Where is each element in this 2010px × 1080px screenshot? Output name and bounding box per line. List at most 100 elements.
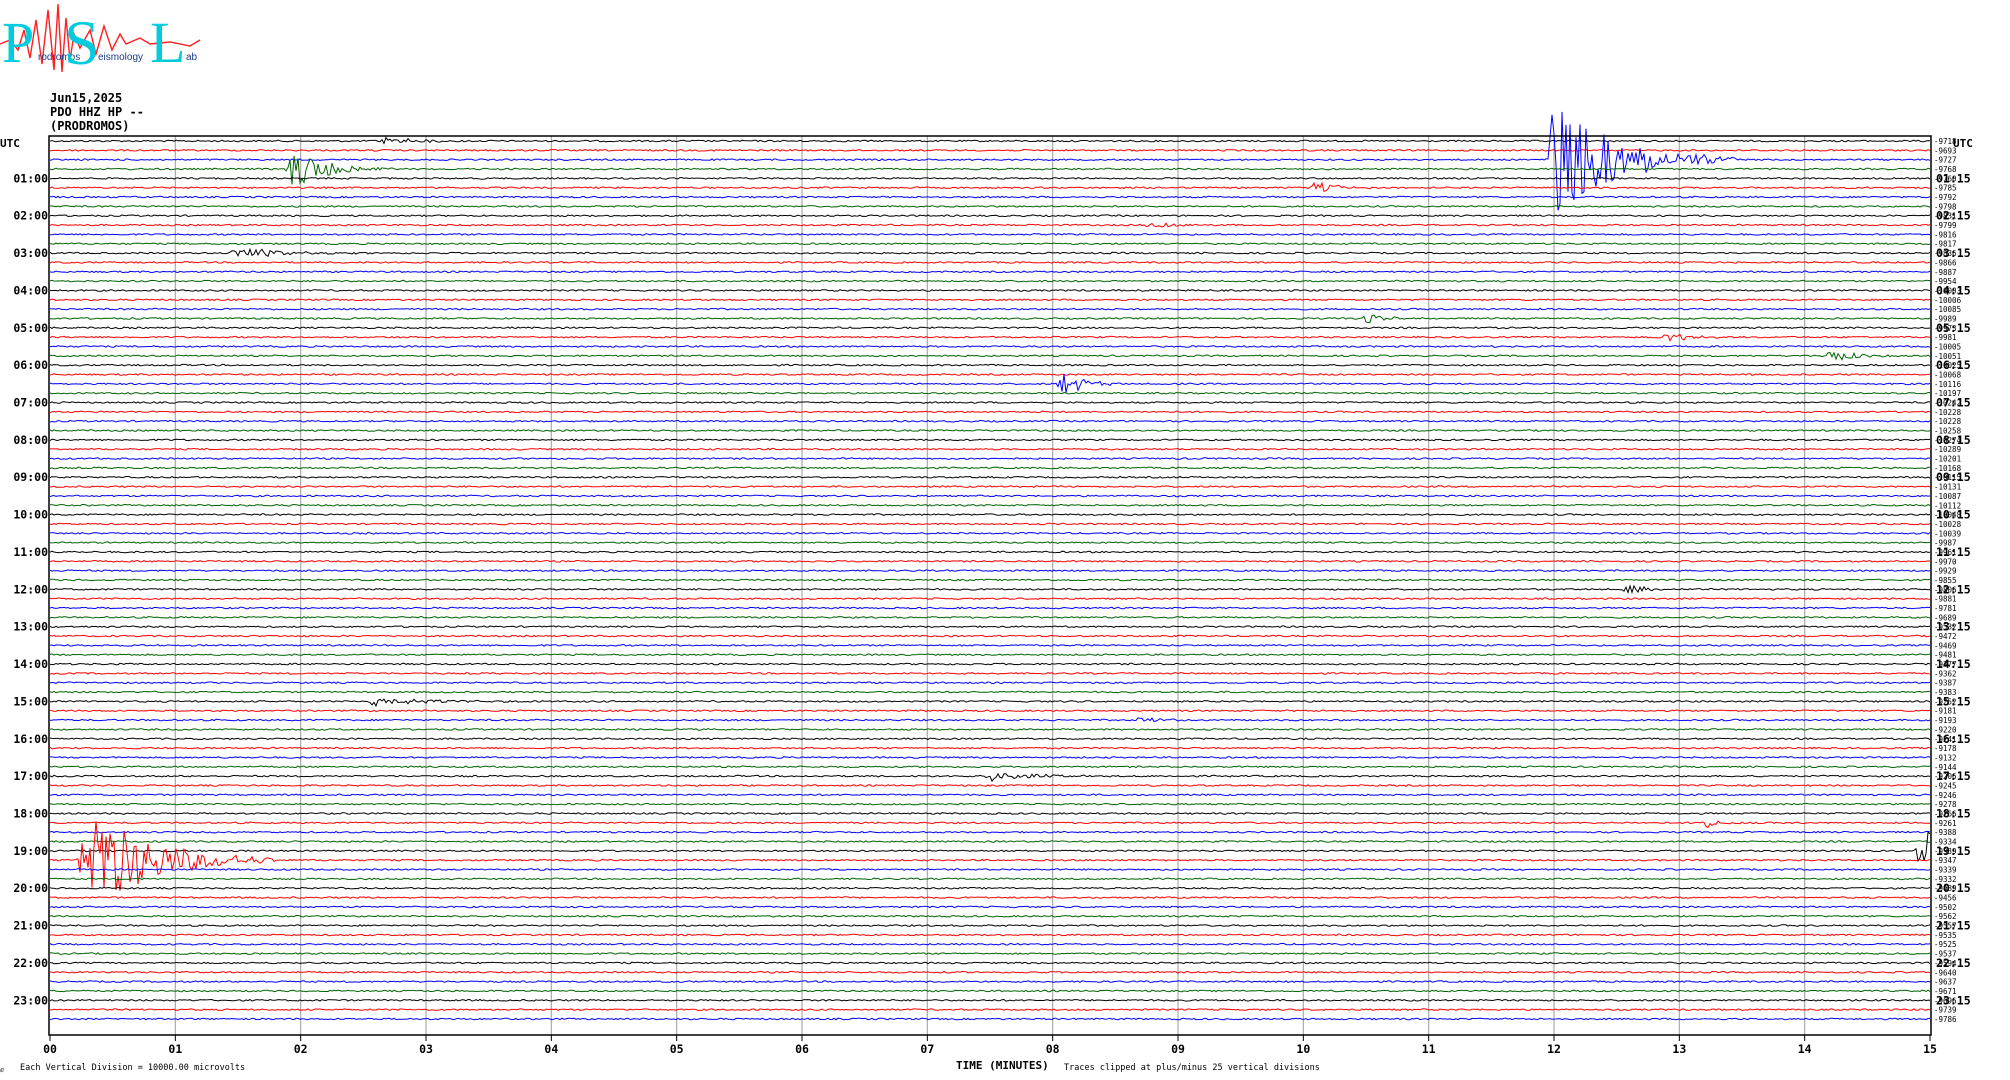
trace-offset-label: -9246 [1934, 791, 1957, 800]
seismic-trace [49, 181, 1930, 193]
hour-tick-label: 15:00 [13, 694, 48, 708]
hour-tick-label: 07:00 [13, 396, 48, 410]
hour-tick-label: 08:00 [13, 433, 48, 447]
trace-offset-label: -9502 [1934, 903, 1957, 912]
trace-offset-label: -9525 [1934, 940, 1957, 949]
hour-tick-label: 02:00 [13, 209, 48, 223]
seismic-trace [49, 737, 1931, 741]
seismic-trace [50, 584, 1931, 595]
clip-note: Traces clipped at plus/minus 25 vertical… [1064, 1063, 1320, 1073]
hour-tick-label: 06:15 [1936, 358, 1971, 372]
trace-offset-label: -9929 [1934, 567, 1957, 576]
seismic-trace [49, 307, 1931, 311]
trace-offset-label: -10201 [1934, 455, 1961, 464]
trace-offset-label: -9887 [1934, 268, 1957, 277]
seismic-trace [49, 374, 1931, 393]
hour-tick-label: 09:15 [1936, 470, 1971, 484]
seismic-trace [49, 410, 1931, 414]
seismic-trace [49, 625, 1931, 629]
trace-offset-label: -10039 [1934, 529, 1961, 538]
seismic-trace [49, 270, 1931, 274]
seismic-trace [49, 176, 1931, 180]
seismic-trace [49, 522, 1931, 526]
seismic-trace [49, 933, 1931, 937]
seismic-trace [49, 279, 1931, 283]
seismic-trace [49, 111, 1931, 211]
minute-tick-label: 06 [795, 1042, 809, 1056]
hour-tick-label: 23:15 [1936, 993, 1971, 1007]
hour-tick-label: 10:15 [1936, 508, 1971, 522]
minute-tick-label: 14 [1798, 1042, 1812, 1056]
seismic-trace [49, 681, 1931, 685]
corner-mark: ⅇ [0, 1066, 4, 1074]
seismic-trace [50, 541, 1931, 545]
minute-tick-label: 07 [920, 1042, 934, 1056]
seismic-trace [49, 802, 1931, 806]
hour-tick-label: 03:00 [13, 246, 48, 260]
seismic-trace [49, 148, 1931, 152]
seismic-trace [49, 1008, 1931, 1012]
seismic-trace [49, 634, 1931, 638]
seismic-trace [49, 709, 1931, 713]
seismic-trace [49, 345, 1931, 348]
trace-offset-label: -9781 [1934, 604, 1957, 613]
seismic-trace [49, 438, 1931, 442]
seismic-trace [49, 214, 1931, 218]
hour-tick-label: 21:15 [1936, 919, 1971, 933]
trace-offset-label: -9193 [1934, 716, 1957, 725]
seismic-trace [49, 952, 1931, 956]
seismic-trace [49, 298, 1931, 302]
seismic-trace [49, 260, 1931, 264]
seismic-trace [50, 970, 1931, 974]
minute-tick-label: 05 [670, 1042, 684, 1056]
seismic-trace [49, 961, 1931, 965]
hour-tick-label: 21:00 [13, 919, 48, 933]
hour-tick-label: 16:00 [13, 732, 48, 746]
seismic-trace [50, 485, 1931, 488]
seismic-trace [50, 204, 1931, 208]
minute-tick-label: 11 [1422, 1042, 1436, 1056]
seismic-trace [49, 466, 1931, 470]
hour-tick-label: 03:15 [1936, 246, 1971, 260]
seismic-trace [49, 578, 1931, 582]
seismic-trace [49, 662, 1931, 666]
seismic-trace [50, 531, 1931, 535]
seismic-trace [49, 222, 1931, 228]
hour-tick-label: 04:15 [1936, 283, 1971, 297]
minute-tick-label: 12 [1547, 1042, 1561, 1056]
trace-offset-label: -9388 [1934, 828, 1957, 837]
hour-tick-label: 10:00 [13, 508, 48, 522]
seismic-trace [49, 401, 1931, 404]
seismic-trace [49, 242, 1931, 246]
seismic-trace [49, 136, 1931, 145]
trace-offset-label: -9786 [1934, 1015, 1957, 1024]
seismic-trace [49, 457, 1931, 461]
seismic-trace [49, 905, 1931, 909]
seismic-trace [49, 363, 1931, 367]
seismic-trace [49, 494, 1931, 498]
hour-tick-label: 11:00 [13, 545, 48, 559]
hour-tick-label: 01:15 [1936, 171, 1971, 185]
hour-tick-label: 05:00 [13, 321, 48, 335]
seismic-trace [49, 550, 1931, 554]
hour-tick-label: 08:15 [1936, 433, 1971, 447]
hour-tick-label: 14:00 [13, 657, 48, 671]
seismic-trace [49, 615, 1931, 619]
seismic-trace [49, 690, 1931, 694]
minute-tick-label: 02 [294, 1042, 308, 1056]
seismic-trace [49, 326, 1931, 330]
seismic-trace [49, 980, 1931, 984]
seismic-trace [49, 698, 1931, 708]
seismic-trace [49, 793, 1930, 797]
hour-tick-label: 09:00 [13, 470, 48, 484]
seismic-trace [49, 728, 1931, 731]
axis-labels: -9718-9693-9727-9768-9760-9785-9792-9798… [0, 137, 1973, 1074]
seismic-trace [49, 475, 1931, 479]
seismic-trace [49, 820, 1931, 829]
hour-tick-label: 13:15 [1936, 620, 1971, 634]
seismic-trace [49, 643, 1931, 647]
hour-tick-label: 13:00 [13, 620, 48, 634]
left-axis-title: UTC [0, 137, 20, 150]
trace-offset-label: -9637 [1934, 978, 1957, 987]
minute-tick-label: 08 [1046, 1042, 1060, 1056]
